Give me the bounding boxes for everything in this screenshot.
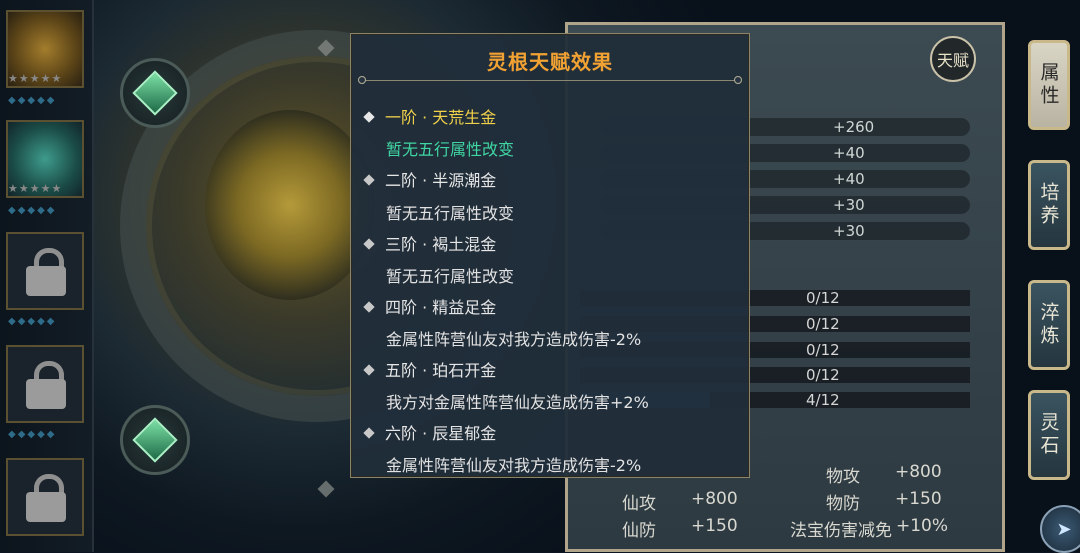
jade-gem-icon[interactable] (120, 58, 190, 128)
stat-label: 物防 (826, 494, 860, 514)
tab-temper[interactable]: 淬炼 (1028, 280, 1070, 370)
element-dots: ◆◆◆◆◆ (8, 205, 57, 216)
attr-bonus: +260 (833, 118, 875, 136)
send-icon[interactable]: ➤ (1040, 505, 1080, 553)
lock-icon (26, 361, 66, 409)
tier-3: 三阶 · 褐土混金 (363, 231, 496, 255)
progress-text: 4/12 (806, 391, 840, 409)
progress-text: 0/12 (806, 366, 840, 384)
popup-title: 灵根天赋效果 (487, 50, 613, 74)
bullet-icon (363, 300, 375, 313)
stat-value: +150 (691, 516, 738, 536)
tier-4-effect: 金属性阵营仙友对我方造成伤害-2% (386, 330, 642, 349)
stat-value: +800 (895, 462, 942, 482)
tier-4: 四阶 · 精益足金 (363, 294, 496, 318)
progress-text: 0/12 (806, 341, 840, 359)
divider (358, 76, 742, 84)
slot-locked[interactable] (6, 345, 84, 423)
stat-label: 仙攻 (622, 494, 656, 514)
tier-5: 五阶 · 珀石开金 (363, 357, 496, 381)
element-dots: ◆◆◆◆◆ (8, 316, 57, 327)
spirit-root-slots: ★★★★★ ◆◆◆◆◆ ★★★★★ ◆◆◆◆◆ ◆◆◆◆◆ ◆◆◆◆◆ (0, 0, 94, 552)
tier-6: 六阶 · 辰星郁金 (363, 420, 496, 444)
bullet-icon (363, 173, 375, 186)
tier-1-effect: 暂无五行属性改变 (386, 140, 515, 159)
lock-icon (26, 248, 66, 296)
element-dots: ◆◆◆◆◆ (8, 95, 57, 106)
bullet-icon (363, 110, 375, 123)
tab-cultivate[interactable]: 培养 (1028, 160, 1070, 250)
star-rating: ★★★★★ (8, 182, 63, 195)
bullet-icon (363, 426, 375, 439)
progress-text: 0/12 (806, 289, 840, 307)
tab-spirit-stone[interactable]: 灵石 (1028, 390, 1070, 480)
lock-icon (26, 474, 66, 522)
slot-locked[interactable] (6, 458, 84, 536)
stat-value: +150 (895, 489, 942, 509)
attr-bonus: +30 (833, 222, 865, 240)
tier-2-effect: 暂无五行属性改变 (386, 204, 515, 223)
tier-3-effect: 暂无五行属性改变 (386, 267, 515, 286)
stat-value: +800 (691, 489, 738, 509)
progress-text: 0/12 (806, 315, 840, 333)
stat-label: 法宝伤害减免 (790, 521, 892, 541)
attr-bonus: +40 (833, 144, 865, 162)
tab-attributes[interactable]: 属性 (1028, 40, 1070, 130)
bullet-icon (363, 363, 375, 376)
attr-bonus: +30 (833, 196, 865, 214)
talent-badge-icon[interactable]: 天赋 (930, 36, 976, 82)
attr-bonus: +40 (833, 170, 865, 188)
talent-effect-popup: 灵根天赋效果 一阶 · 天荒生金 暂无五行属性改变 二阶 · 半源潮金 暂无五行… (350, 33, 750, 478)
star-rating: ★★★★★ (8, 72, 63, 85)
bullet-icon (363, 237, 375, 250)
stat-value: +10% (896, 516, 949, 536)
stat-label: 仙防 (622, 521, 656, 541)
tier-2: 二阶 · 半源潮金 (363, 167, 496, 191)
stat-label: 物攻 (826, 467, 860, 487)
element-dots: ◆◆◆◆◆ (8, 429, 57, 440)
tier-6-effect: 金属性阵营仙友对我方造成伤害-2% (386, 456, 642, 475)
emerald-gem-icon[interactable] (120, 405, 190, 475)
slot-locked[interactable] (6, 232, 84, 310)
tier-1: 一阶 · 天荒生金 (363, 104, 496, 128)
tier-5-effect: 我方对金属性阵营仙友造成伤害+2% (386, 393, 649, 412)
